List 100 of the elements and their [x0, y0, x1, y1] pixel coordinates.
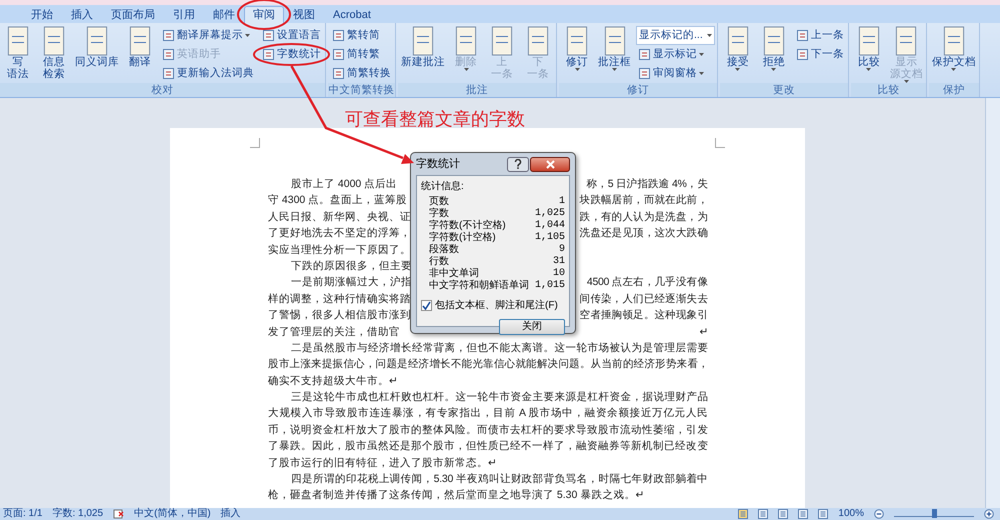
- stat-label: 段落数: [429, 244, 459, 256]
- ribbon-tab[interactable]: 引用: [164, 6, 204, 23]
- word-count[interactable]: 字数: 1,025: [52, 508, 104, 520]
- text-fragment: 跌，有的人认为是洗盘，为: [580, 210, 708, 225]
- toolbar-icon: [162, 29, 175, 42]
- text-line: 了股市运行的旧有特征，进入了股市新常态。↵: [268, 456, 497, 471]
- group-label: 更改: [720, 83, 848, 97]
- toolbar-button[interactable]: 批注框: [597, 26, 632, 71]
- ribbon-tab[interactable]: Acrobat: [324, 6, 380, 23]
- view-icon: [758, 509, 768, 519]
- view-icon: [738, 509, 748, 519]
- text-line: 了暴跌。因此，股市虽然还是那个股市，但性质已经不一样了，融资融券等新机制已经改变: [268, 439, 708, 454]
- toolbar-button[interactable]: 信息 检索: [38, 26, 70, 80]
- toolbar-button[interactable]: 下一条: [794, 45, 846, 64]
- toolbar-button[interactable]: 繁转简: [330, 26, 393, 45]
- toolbar-button[interactable]: 翻译: [124, 26, 156, 68]
- zoom-out-icon: [874, 509, 884, 519]
- toolbar-button[interactable]: 上一条: [794, 26, 846, 45]
- text-line: 币，说明资金杠杆放大了股市的整体风险。而债市去杠杆的要求导致股市流动性萎缩，引发: [268, 422, 708, 438]
- text-fragment: 4500 点左右，几乎没有像: [586, 275, 708, 290]
- text-fragment: 了更好地洗去不坚定的浮筹，: [268, 226, 411, 242]
- zoom-slider[interactable]: [894, 508, 974, 516]
- text-fragment: ↵: [699, 324, 708, 340]
- text-line: 股市上涨来提振信心，问题是经济增长不能光靠信心就能解决问题。从当前的经济形势来看，: [268, 357, 708, 372]
- toolbar-button[interactable]: 保护文档: [930, 26, 977, 71]
- text-line: 三是这轮牛市成也杠杆败也杠杆。这一轮牛市资金主要来源是杠杆资金，据说理财产品: [291, 390, 708, 406]
- toolbar-button[interactable]: 字数统计: [260, 45, 323, 64]
- ribbon-tab[interactable]: 审阅: [244, 6, 284, 23]
- view-icon: [798, 509, 808, 519]
- stat-value: 9: [558, 244, 565, 256]
- group-label: 批注: [398, 83, 556, 97]
- toolbar-icon: [332, 48, 345, 61]
- zoom-level[interactable]: 100%: [838, 508, 864, 520]
- toolbar-button[interactable]: 同义词库: [74, 26, 120, 68]
- stat-label: 中文字符和朝鲜语单词: [429, 280, 529, 292]
- vertical-scrollbar[interactable]: [985, 98, 1000, 508]
- group-label: 修订: [559, 83, 717, 97]
- ribbon-tab[interactable]: 视图: [284, 6, 324, 23]
- text-fragment: 样的调整，这种行情确实将踏: [268, 292, 411, 307]
- toolbar-button[interactable]: 审阅窗格: [636, 64, 715, 83]
- toolbar-icon: [796, 29, 809, 42]
- toolbar-icon: [332, 29, 345, 42]
- checkbox-label: 包括文本框、脚注和尾注(F): [435, 298, 558, 313]
- toolbar-button[interactable]: 写 语法: [2, 26, 34, 80]
- stat-value: 1,044: [534, 220, 565, 232]
- insert-mode[interactable]: 插入: [220, 508, 241, 520]
- stat-label: 字数: [429, 208, 449, 220]
- text-fragment: 下跌的原因很多，但主要: [291, 258, 412, 274]
- close-icon: [546, 160, 554, 168]
- toolbar-button[interactable]: 接受: [722, 26, 754, 71]
- toolbar-button[interactable]: 翻译屏幕提示: [160, 26, 256, 45]
- toolbar-button[interactable]: 比较: [852, 26, 885, 71]
- dialog-title: 字数统计: [416, 156, 460, 172]
- text-fragment: 块跌幅居前，而就在此前，: [580, 193, 708, 208]
- language-indicator[interactable]: 中文(简体，中国): [134, 508, 211, 520]
- help-button[interactable]: [507, 156, 529, 172]
- text-fragment: 空者捶胸顿足。这种现象引: [580, 308, 708, 324]
- toolbar-icon: [162, 48, 175, 61]
- annotation-text: 可查看整篇文章的字数: [345, 108, 525, 130]
- text-fragment: 人民日报、新华网、央视、证: [268, 210, 411, 225]
- page-count: 页面: 1/1: [3, 508, 42, 520]
- text-fragment: 间传染，人们已经逐渐失去: [580, 292, 708, 307]
- toolbar-icon: [262, 48, 275, 61]
- text-fragment: 称，5 日沪指跌逾 4%，失: [586, 177, 708, 192]
- toolbar-icon: [638, 67, 651, 80]
- slider-thumb[interactable]: [932, 508, 936, 518]
- toolbar-button[interactable]: 更新输入法词典: [160, 64, 256, 83]
- text-line: 二是虽然股市与经济增长经常背离，但也不能太离谱。这一轮市场被认为是管理层需要: [291, 340, 708, 356]
- toolbar-button[interactable]: 拒绝: [758, 26, 790, 71]
- stat-label: 非中文单词: [429, 268, 479, 280]
- text-fragment: 洗盘还是见顶，这次大跌确: [580, 226, 708, 242]
- text-line: 大规模入市导致股市连连暴涨，有专家指出，目前 A 股市场中，融资余额接近万亿元人民: [268, 406, 708, 422]
- proofing-icon: [113, 509, 124, 519]
- group-label: 比较: [850, 83, 926, 97]
- close-button[interactable]: [530, 156, 570, 172]
- ribbon-tab[interactable]: 开始: [22, 6, 62, 23]
- stat-value: 1,105: [534, 232, 565, 244]
- close-dialog-button[interactable]: 关闭: [499, 319, 565, 335]
- toolbar-button[interactable]: 新建批注: [400, 26, 446, 68]
- toolbar-icon: [796, 48, 809, 61]
- zoom-in-icon: [984, 509, 994, 519]
- toolbar-button[interactable]: 简繁转换: [330, 64, 393, 83]
- group-label: 中文简繁转换: [328, 83, 395, 97]
- text-line: 确实不支持超级大牛市。↵: [268, 374, 398, 389]
- dropdown-field[interactable]: 显示标记的...: [636, 26, 715, 45]
- ribbon-tab[interactable]: 插入: [62, 6, 102, 23]
- toolbar-button[interactable]: 简转繁: [330, 45, 393, 64]
- stat-value: 31: [552, 256, 565, 268]
- check-icon: [422, 301, 431, 310]
- toolbar-button[interactable]: 设置语言: [260, 26, 323, 45]
- stat-label: 页数: [429, 196, 449, 208]
- ribbon-tab[interactable]: 页面布局: [102, 6, 164, 23]
- toolbar-button[interactable]: 修订: [561, 26, 593, 71]
- text-fragment: 发了管理层的关注，借助官: [268, 324, 400, 340]
- ribbon-tab[interactable]: 邮件: [204, 6, 244, 23]
- checkbox[interactable]: [421, 300, 432, 311]
- caret-icon: [706, 34, 712, 37]
- help-icon: [514, 159, 522, 169]
- toolbar-button[interactable]: 显示标记: [636, 45, 715, 64]
- stat-value: 10: [552, 268, 565, 280]
